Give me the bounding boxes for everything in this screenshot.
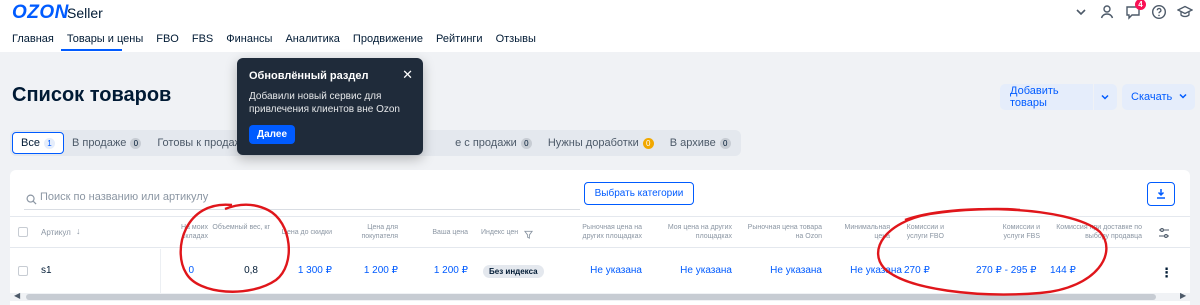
products-card: Выбрать категории Артикул ↓ На моих скла… [10, 170, 1190, 305]
scroll-left-icon[interactable]: ◀ [14, 291, 20, 300]
main-nav: Главная Товары и цены FBO FBS Финансы Ан… [12, 33, 549, 45]
nav-item-ratings[interactable]: Рейтинги [436, 33, 483, 45]
popover-title: Обновлённый раздел [249, 70, 369, 82]
cell-min-price[interactable]: Не указана [830, 265, 902, 276]
header-fbs-commission: Комиссии и услуги FBS [1002, 224, 1040, 240]
header-market-price-ozon: Рыночная цена товара на Ozon [747, 224, 822, 240]
tab-count: 0 [719, 137, 731, 149]
sort-arrow-icon[interactable]: ↓ [76, 226, 81, 236]
scroll-right-icon[interactable]: ▶ [1180, 291, 1186, 300]
cell-price-before-discount[interactable]: 1 300 ₽ [276, 265, 332, 276]
tab-label: Готовы к продаже [157, 137, 249, 149]
header-your-price: Ваша цена [432, 229, 468, 236]
select-all-checkbox[interactable] [18, 227, 28, 237]
updated-section-popover: Обновлённый раздел Добавили новый сервис… [237, 58, 423, 155]
header-your-price-other: Моя цена на других площадках [667, 224, 732, 240]
tab-label: Нужны доработки [547, 137, 639, 149]
row-menu-icon[interactable]: ⋮ [1160, 265, 1173, 281]
nav-item-fbs[interactable]: FBS [192, 33, 213, 45]
tab-needs-improvement[interactable]: Нужны доработки 0 [540, 132, 662, 154]
tab-label: В продаже [71, 137, 127, 149]
search-icon [26, 192, 37, 210]
header-min-price: Минимальная цена [844, 224, 890, 240]
header-icons: 4 [1072, 0, 1194, 21]
chat-icon[interactable]: 4 [1124, 0, 1146, 21]
add-products-label: Добавить товары [1010, 85, 1059, 109]
tab-count: 0 [130, 137, 142, 149]
cell-fbs-commission[interactable]: 270 ₽ - 295 ₽ [976, 265, 1037, 276]
top-header: OZON Seller Главная Товары и цены FBO FB… [0, 0, 1200, 52]
search-underline [24, 209, 580, 210]
nav-item-promotion[interactable]: Продвижение [353, 33, 423, 45]
tab-removed-from-sale[interactable]: е с продажи 0 [447, 132, 540, 154]
cell-on-stock[interactable]: 0 [170, 265, 194, 276]
nav-item-reviews[interactable]: Отзывы [496, 33, 536, 45]
graduation-cap-icon[interactable] [1176, 3, 1194, 21]
help-icon[interactable] [1150, 3, 1168, 21]
header-price-for-buyer: Цена для покупателя [361, 224, 398, 240]
notification-badge: 4 [1135, 0, 1146, 10]
tab-label: Все [21, 137, 40, 149]
cell-seller-delivery[interactable]: 144 ₽ [1050, 265, 1076, 276]
download-label: Скачать [1131, 91, 1173, 103]
tab-archive[interactable]: В архиве 0 [662, 132, 739, 154]
horizontal-scrollbar[interactable]: ◀ ▶ [10, 291, 1190, 301]
header-volume-weight: Объемный вес, кг [212, 224, 270, 231]
popover-next-button[interactable]: Далее [249, 125, 296, 144]
table-header: Артикул ↓ На моих складах Объемный вес, … [10, 216, 1190, 248]
row-checkbox[interactable] [18, 266, 28, 276]
cell-article[interactable]: s1 [41, 265, 52, 276]
header-on-stock: На моих складах [180, 224, 208, 240]
header-seller-delivery: Комиссия при доставке по выбору продавца [1056, 224, 1142, 240]
header-price-index: Индекс цен [481, 229, 519, 236]
add-products-button[interactable]: Добавить товары [1000, 84, 1117, 110]
search-input[interactable] [40, 189, 340, 205]
filter-icon[interactable] [524, 226, 533, 244]
chevron-down-icon [1178, 91, 1188, 104]
chevron-down-icon[interactable] [1072, 3, 1090, 21]
close-icon[interactable]: ✕ [402, 67, 413, 83]
cell-fbo-commission[interactable]: 270 ₽ [904, 265, 930, 276]
cell-your-price-other[interactable]: Не указана [660, 265, 732, 276]
cell-market-price-other[interactable]: Не указана [570, 265, 642, 276]
nav-item-finance[interactable]: Финансы [226, 33, 272, 45]
cell-your-price[interactable]: 1 200 ₽ [414, 265, 468, 276]
select-categories-button[interactable]: Выбрать категории [584, 182, 694, 205]
tab-count: 0 [642, 137, 654, 149]
user-icon[interactable] [1098, 3, 1116, 21]
scrollbar-thumb[interactable] [26, 294, 1156, 300]
header-article[interactable]: Артикул [41, 228, 71, 237]
cell-market-price-ozon[interactable]: Не указана [750, 265, 822, 276]
export-button[interactable] [1147, 182, 1175, 206]
header-fbo-commission: Комиссии и услуги FBO [906, 224, 944, 240]
settings-sliders-icon[interactable] [1158, 226, 1170, 244]
seller-label: Seller [67, 5, 103, 21]
nav-item-analytics[interactable]: Аналитика [285, 33, 339, 45]
download-icon [1157, 189, 1165, 199]
download-button[interactable]: Скачать [1122, 84, 1195, 110]
nav-item-products[interactable]: Товары и цены [67, 33, 143, 45]
active-nav-underline [61, 49, 122, 51]
tab-all[interactable]: Все 1 [12, 132, 64, 154]
cell-volume-weight: 0,8 [244, 265, 258, 276]
popover-text: Добавили новый сервис для привлечения кл… [249, 91, 400, 115]
tab-label: В архиве [669, 137, 716, 149]
tab-count: 0 [520, 137, 532, 149]
column-divider [160, 249, 161, 293]
page-title: Список товаров [12, 84, 172, 106]
tab-count: 1 [43, 137, 55, 149]
chevron-down-icon[interactable] [1093, 84, 1115, 110]
header-price-before-discount: Цена до скидки [281, 229, 332, 236]
table-row[interactable]: s1 0 0,8 1 300 ₽ 1 200 ₽ 1 200 ₽ Без инд… [10, 249, 1190, 293]
nav-item-home[interactable]: Главная [12, 33, 54, 45]
tab-label: е с продажи [455, 137, 517, 149]
nav-item-fbo[interactable]: FBO [156, 33, 179, 45]
tab-on-sale[interactable]: В продаже 0 [64, 132, 149, 154]
cell-price-for-buyer[interactable]: 1 200 ₽ [344, 265, 398, 276]
price-index-badge: Без индекса [483, 265, 544, 278]
header-market-price-other: Рыночная цена на других площадках [582, 224, 642, 240]
ozon-logo[interactable]: OZON [12, 2, 69, 24]
